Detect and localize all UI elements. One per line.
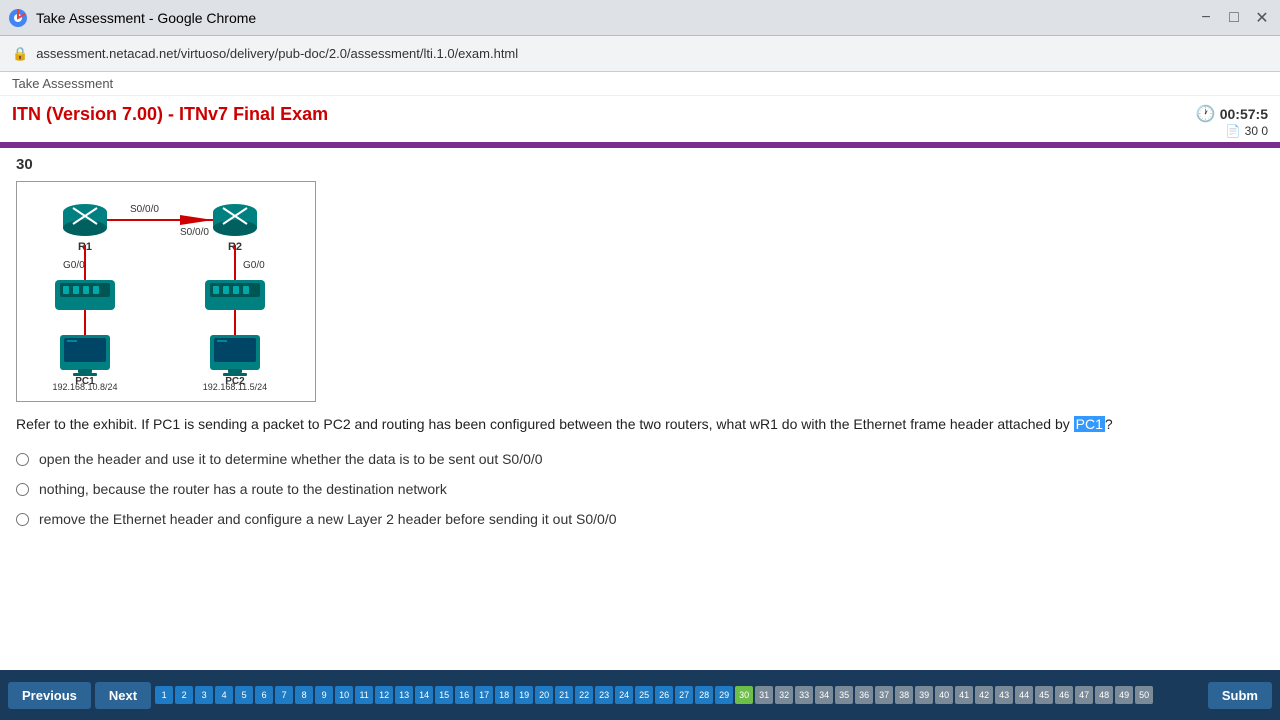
page-icon: 📄 <box>1226 124 1241 138</box>
bubble-37[interactable]: 37 <box>875 686 893 704</box>
svg-text:S0/0/0: S0/0/0 <box>130 204 159 215</box>
bubble-18[interactable]: 18 <box>495 686 513 704</box>
bubble-5[interactable]: 5 <box>235 686 253 704</box>
bubble-49[interactable]: 49 <box>1115 686 1133 704</box>
answer-option-2: nothing, because the router has a route … <box>16 481 1264 497</box>
address-bar: 🔒 assessment.netacad.net/virtuoso/delive… <box>0 36 1280 72</box>
bubble-9[interactable]: 9 <box>315 686 333 704</box>
bubble-39[interactable]: 39 <box>915 686 933 704</box>
bubble-43[interactable]: 43 <box>995 686 1013 704</box>
bubble-15[interactable]: 15 <box>435 686 453 704</box>
bubble-22[interactable]: 22 <box>575 686 593 704</box>
svg-text:192.168.10.8/24: 192.168.10.8/24 <box>52 382 117 390</box>
r1-inline: R1 <box>760 416 778 432</box>
svg-text:G0/0: G0/0 <box>63 260 85 271</box>
main-content: 30 R1 R2 <box>0 148 1280 658</box>
browser-title: Take Assessment - Google Chrome <box>36 10 256 26</box>
next-button[interactable]: Next <box>95 682 151 709</box>
bubble-45[interactable]: 45 <box>1035 686 1053 704</box>
timer-section: 🕐 00:57:5 📄 30 0 <box>1196 104 1268 138</box>
bubble-26[interactable]: 26 <box>655 686 673 704</box>
bubble-13[interactable]: 13 <box>395 686 413 704</box>
bubble-47[interactable]: 47 <box>1075 686 1093 704</box>
bubble-21[interactable]: 21 <box>555 686 573 704</box>
bubble-50[interactable]: 50 <box>1135 686 1153 704</box>
bubble-4[interactable]: 4 <box>215 686 233 704</box>
bubble-46[interactable]: 46 <box>1055 686 1073 704</box>
bubble-32[interactable]: 32 <box>775 686 793 704</box>
bubble-7[interactable]: 7 <box>275 686 293 704</box>
bubble-41[interactable]: 41 <box>955 686 973 704</box>
bubble-28[interactable]: 28 <box>695 686 713 704</box>
bubble-8[interactable]: 8 <box>295 686 313 704</box>
bubble-34[interactable]: 34 <box>815 686 833 704</box>
browser-controls: − □ ✕ <box>1196 8 1272 28</box>
answer-radio-3[interactable] <box>16 513 29 526</box>
bubble-30[interactable]: 30 <box>735 686 753 704</box>
breadcrumb: Take Assessment <box>0 72 1280 96</box>
close-button[interactable]: ✕ <box>1252 8 1272 28</box>
bubble-16[interactable]: 16 <box>455 686 473 704</box>
bubble-6[interactable]: 6 <box>255 686 273 704</box>
answer-text-1[interactable]: open the header and use it to determine … <box>39 451 543 467</box>
url-text: assessment.netacad.net/virtuoso/delivery… <box>36 46 518 61</box>
bubble-25[interactable]: 25 <box>635 686 653 704</box>
browser-titlebar: Take Assessment - Google Chrome − □ ✕ <box>0 0 1280 36</box>
question-bubbles: 1 2 3 4 5 6 7 8 9 10 11 12 13 14 15 16 1… <box>155 686 1204 704</box>
bubble-29[interactable]: 29 <box>715 686 733 704</box>
lock-icon: 🔒 <box>12 46 28 62</box>
timer-value: 00:57:5 <box>1220 106 1268 122</box>
maximize-button[interactable]: □ <box>1224 8 1244 28</box>
answer-text-2[interactable]: nothing, because the router has a route … <box>39 481 447 497</box>
bubble-10[interactable]: 10 <box>335 686 353 704</box>
pc1-highlight: PC1 <box>1074 416 1105 432</box>
bubble-1[interactable]: 1 <box>155 686 173 704</box>
bubble-42[interactable]: 42 <box>975 686 993 704</box>
previous-button[interactable]: Previous <box>8 682 91 709</box>
diagram-svg: R1 R2 S0/0/0 S0/0/0 G0/0 G0/0 <box>25 190 305 390</box>
bubble-33[interactable]: 33 <box>795 686 813 704</box>
bubble-2[interactable]: 2 <box>175 686 193 704</box>
svg-text:192.168.11.5/24: 192.168.11.5/24 <box>203 382 267 390</box>
bubble-31[interactable]: 31 <box>755 686 773 704</box>
svg-text:G0/0: G0/0 <box>243 260 265 271</box>
answer-text-3[interactable]: remove the Ethernet header and configure… <box>39 511 617 527</box>
bubble-3[interactable]: 3 <box>195 686 213 704</box>
submit-button[interactable]: Subm <box>1208 682 1272 709</box>
bubble-11[interactable]: 11 <box>355 686 373 704</box>
bubble-44[interactable]: 44 <box>1015 686 1033 704</box>
bubble-36[interactable]: 36 <box>855 686 873 704</box>
minimize-button[interactable]: − <box>1196 8 1216 28</box>
svg-text:S0/0/0: S0/0/0 <box>180 227 209 238</box>
bubble-20[interactable]: 20 <box>535 686 553 704</box>
timer-sub: 30 0 <box>1245 124 1268 138</box>
bubble-14[interactable]: 14 <box>415 686 433 704</box>
bubble-24[interactable]: 24 <box>615 686 633 704</box>
browser-icon <box>8 8 28 28</box>
answer-option-3: remove the Ethernet header and configure… <box>16 511 1264 527</box>
bubble-48[interactable]: 48 <box>1095 686 1113 704</box>
bubble-40[interactable]: 40 <box>935 686 953 704</box>
bubble-35[interactable]: 35 <box>835 686 853 704</box>
timer-icon: 🕐 <box>1196 104 1216 124</box>
question-text: Refer to the exhibit. If PC1 is sending … <box>16 414 1264 435</box>
exam-title: ITN (Version 7.00) - ITNv7 Final Exam <box>12 104 328 125</box>
page-header: ITN (Version 7.00) - ITNv7 Final Exam 🕐 … <box>0 96 1280 142</box>
bubble-12[interactable]: 12 <box>375 686 393 704</box>
bubble-23[interactable]: 23 <box>595 686 613 704</box>
bubble-17[interactable]: 17 <box>475 686 493 704</box>
network-diagram: R1 R2 S0/0/0 S0/0/0 G0/0 G0/0 <box>16 181 316 402</box>
bubble-38[interactable]: 38 <box>895 686 913 704</box>
bubble-19[interactable]: 19 <box>515 686 533 704</box>
bottom-navigation: Previous Next 1 2 3 4 5 6 7 8 9 10 11 12… <box>0 670 1280 720</box>
answer-radio-2[interactable] <box>16 483 29 496</box>
answer-radio-1[interactable] <box>16 453 29 466</box>
question-number: 30 <box>16 156 1264 173</box>
bubble-27[interactable]: 27 <box>675 686 693 704</box>
answer-option-1: open the header and use it to determine … <box>16 451 1264 467</box>
